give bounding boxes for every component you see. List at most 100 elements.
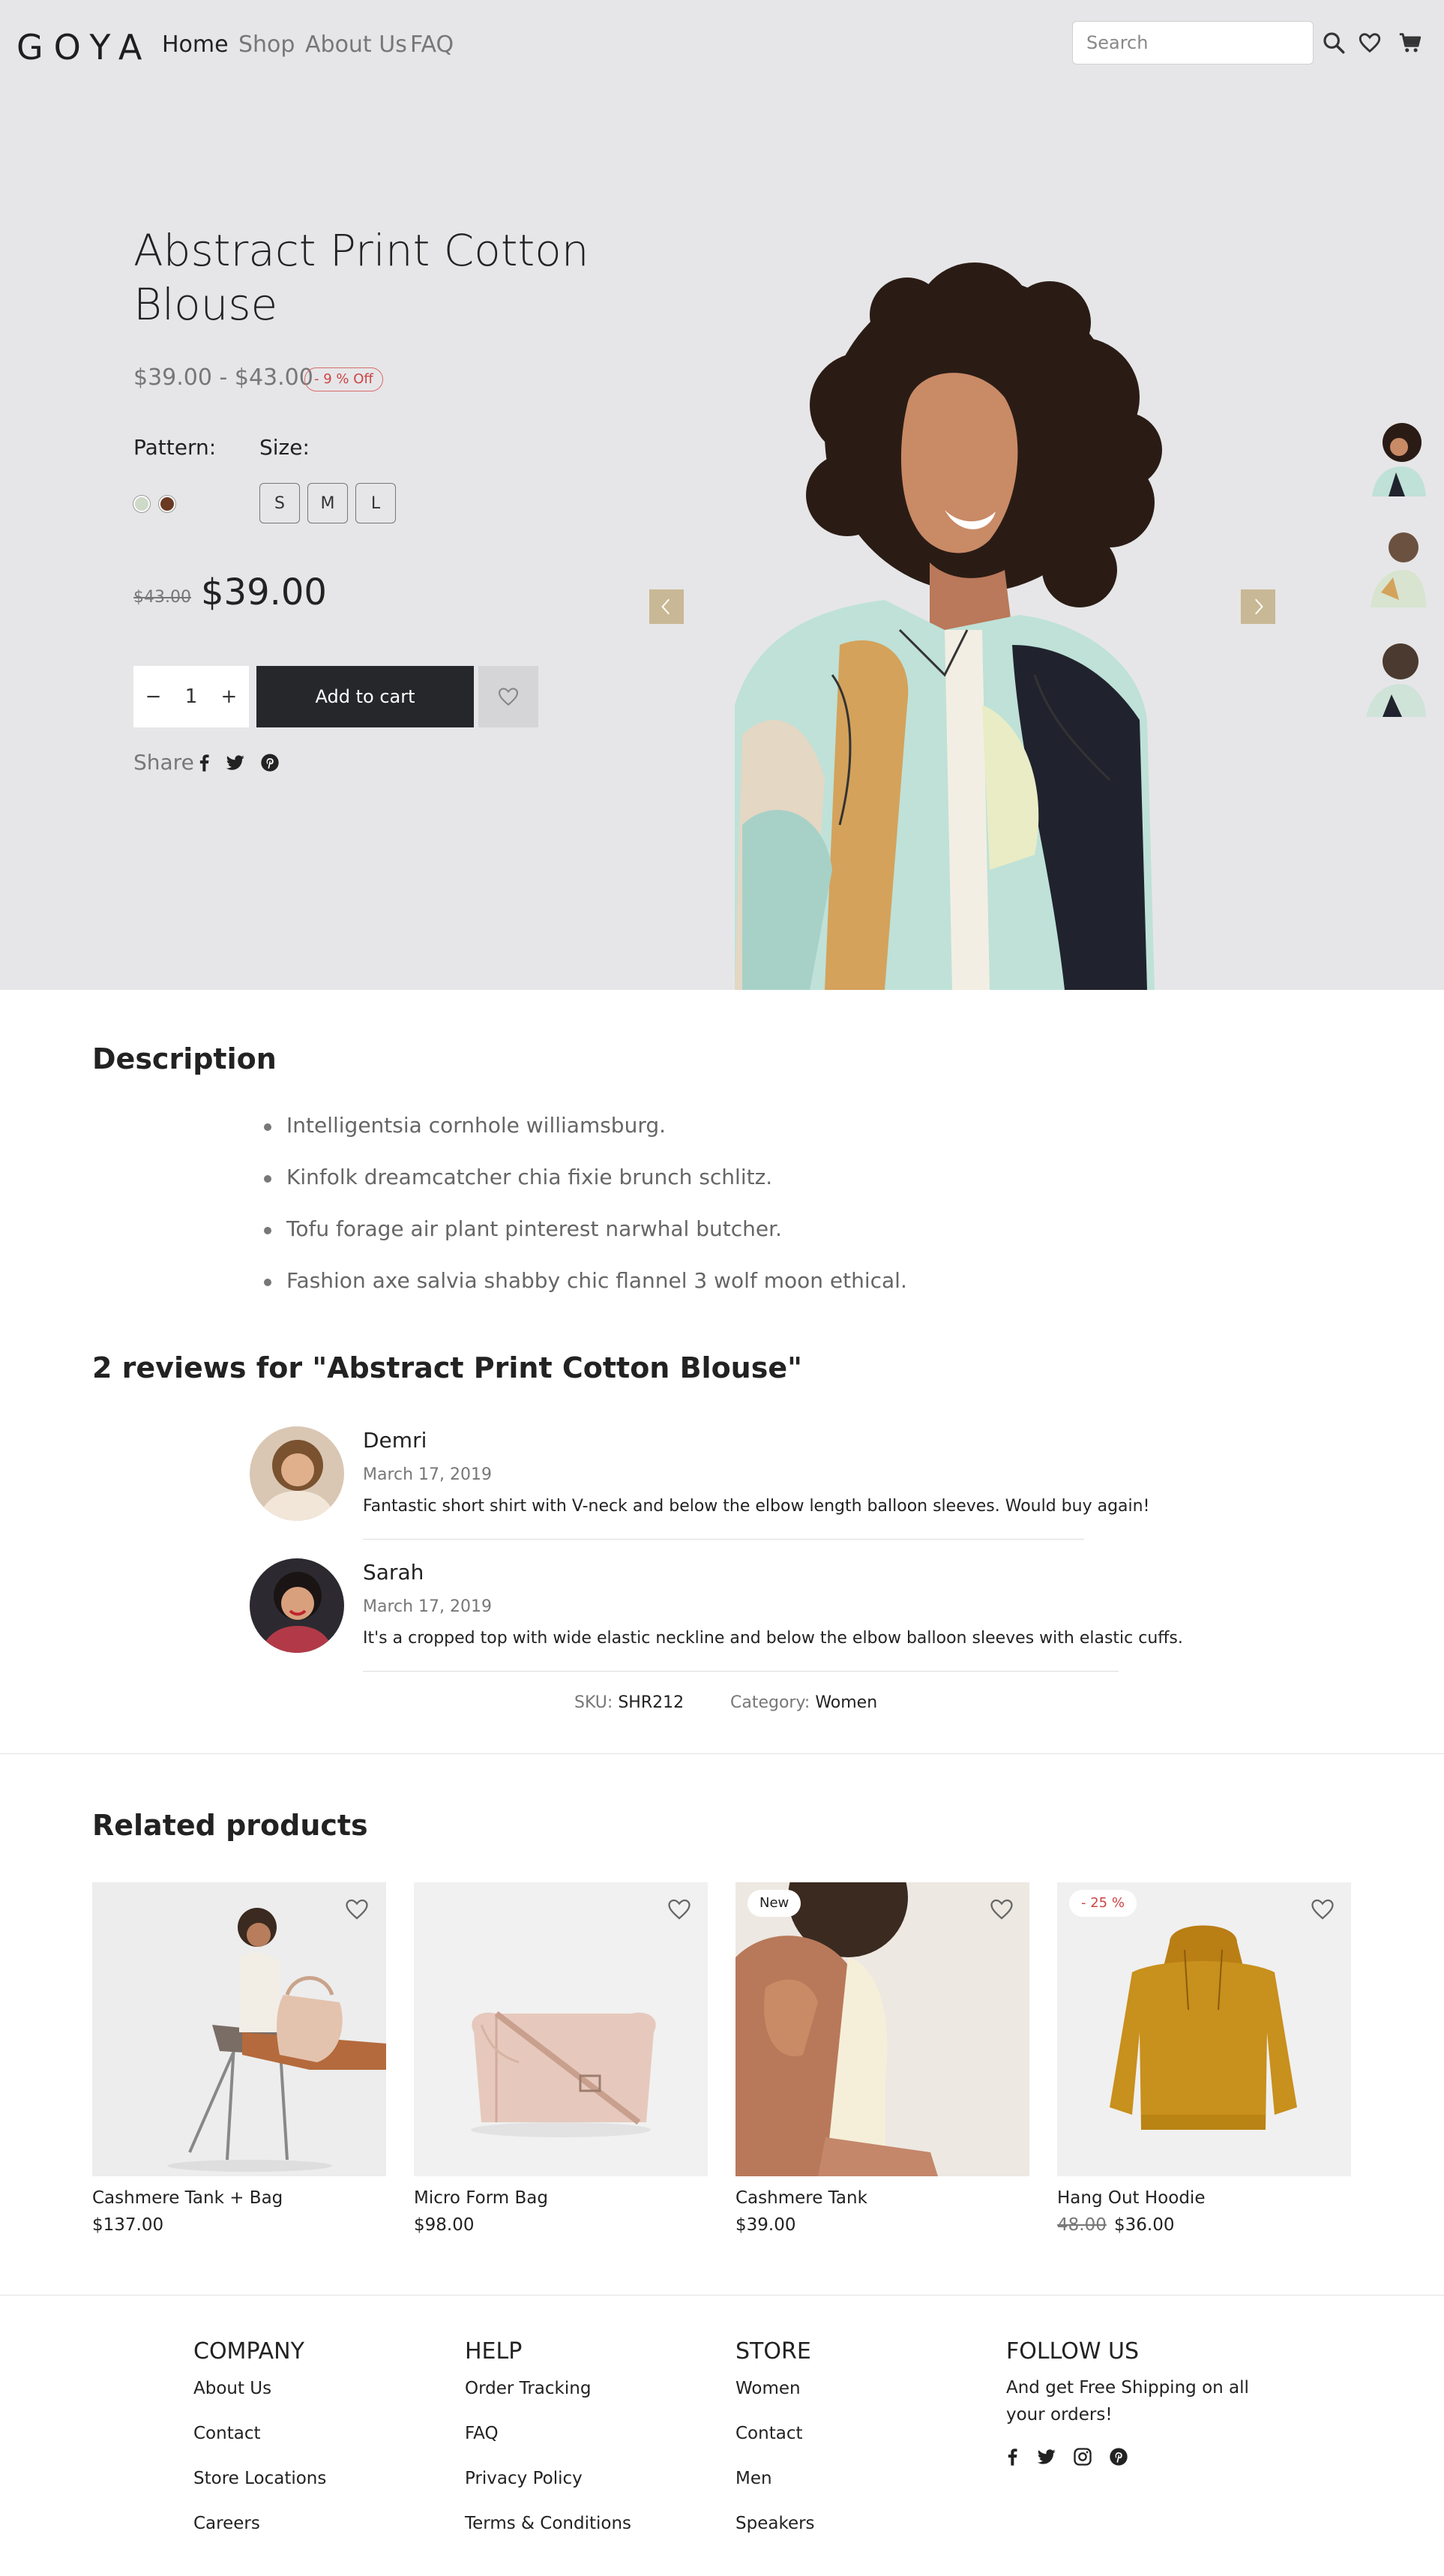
search-input[interactable] [1072, 21, 1314, 64]
cart-icon[interactable] [1398, 30, 1423, 55]
heart-icon[interactable] [666, 1896, 693, 1923]
footer-link[interactable]: Men [735, 2469, 772, 2488]
facebook-icon[interactable] [193, 752, 214, 773]
description-heading: Description [92, 1042, 277, 1075]
size-m-button[interactable]: M [307, 483, 348, 523]
size-label: Size: [259, 435, 310, 460]
category-label: Category: [730, 1693, 810, 1712]
twitter-icon[interactable] [1036, 2446, 1057, 2467]
description-item: Kinfolk dreamcatcher chia fixie brunch s… [286, 1165, 773, 1189]
product-card-image[interactable] [1057, 1882, 1351, 2176]
decrease-quantity-button[interactable]: − [145, 685, 162, 708]
review-text: It's a cropped top with wide elastic nec… [363, 1629, 1183, 1648]
product-card-price: $36.00 [1114, 2215, 1175, 2235]
heart-icon[interactable] [1309, 1896, 1336, 1923]
instagram-icon[interactable] [1072, 2446, 1093, 2467]
add-to-wishlist-button[interactable] [478, 666, 538, 727]
footer-link[interactable]: Women [735, 2379, 801, 2398]
product-card-price: $39.00 [735, 2215, 796, 2235]
footer-link[interactable]: About Us [193, 2379, 271, 2398]
product-card-name[interactable]: Cashmere Tank + Bag [92, 2188, 283, 2208]
bullet [264, 1279, 271, 1286]
product-card-name[interactable]: Cashmere Tank [735, 2188, 867, 2208]
footer-link[interactable]: Privacy Policy [465, 2469, 583, 2488]
section-divider [0, 2295, 1444, 2296]
size-l-button[interactable]: L [355, 483, 396, 523]
footer-link[interactable]: Order Tracking [465, 2379, 591, 2398]
product-card-price: $98.00 [414, 2215, 475, 2235]
discount-badge: - 25 % [1069, 1890, 1137, 1917]
pinterest-icon[interactable] [1108, 2446, 1129, 2467]
footer-link[interactable]: Speakers [735, 2514, 815, 2533]
review-date: March 17, 2019 [363, 1465, 493, 1484]
sku-value: SHR212 [618, 1693, 685, 1712]
chevron-left-icon [661, 598, 670, 615]
avatar [250, 1426, 344, 1521]
footer-help-heading: HELP [465, 2338, 523, 2365]
product-thumbnail-2[interactable] [1366, 525, 1426, 607]
logo[interactable]: GOYA [16, 27, 152, 67]
twitter-icon[interactable] [225, 752, 246, 773]
pinterest-icon[interactable] [259, 752, 280, 773]
bullet [264, 1227, 271, 1234]
facebook-icon[interactable] [1002, 2446, 1023, 2467]
product-thumbnail-3[interactable] [1366, 634, 1426, 717]
bullet [264, 1123, 271, 1131]
product-card-old-price: 48.00 [1057, 2215, 1107, 2235]
nav-faq[interactable]: FAQ [410, 31, 454, 58]
product-model-image [735, 262, 1162, 990]
review-author: Demri [363, 1428, 427, 1453]
footer-link[interactable]: Careers [193, 2514, 260, 2533]
sku-meta: SKU: SHR212 [574, 1693, 684, 1712]
increase-quantity-button[interactable]: + [221, 685, 238, 708]
pattern-swatch-brown[interactable] [159, 496, 175, 512]
wishlist-icon[interactable] [1357, 30, 1383, 55]
related-products-heading: Related products [92, 1809, 368, 1842]
price-range: $39.00 - $43.00 [133, 364, 313, 391]
avatar [250, 1558, 344, 1653]
review-divider [363, 1539, 1084, 1540]
chevron-right-icon [1255, 598, 1263, 615]
nav-home[interactable]: Home [162, 31, 229, 58]
quantity-value[interactable]: 1 [185, 685, 198, 708]
size-s-button[interactable]: S [259, 483, 300, 523]
pattern-label: Pattern: [133, 435, 217, 460]
bullet [264, 1175, 271, 1183]
product-card-image[interactable] [735, 1882, 1029, 2176]
section-divider [0, 1753, 1444, 1754]
footer-follow-heading: FOLLOW US [1006, 2338, 1140, 2365]
new-badge: New [747, 1890, 801, 1917]
footer-follow-text: And get Free Shipping on all your orders… [1006, 2378, 1249, 2425]
product-card-price: $137.00 [92, 2215, 164, 2235]
category-meta: Category: Women [730, 1693, 877, 1712]
product-card-name[interactable]: Hang Out Hoodie [1057, 2188, 1205, 2208]
carousel-next-button[interactable] [1241, 589, 1275, 624]
search-icon[interactable] [1321, 30, 1347, 55]
carousel-prev-button[interactable] [649, 589, 684, 624]
product-card-image[interactable] [92, 1882, 386, 2176]
footer-link[interactable]: Terms & Conditions [465, 2514, 631, 2533]
footer-store-heading: STORE [735, 2338, 811, 2365]
footer-link[interactable]: Contact [735, 2424, 802, 2443]
footer-link[interactable]: FAQ [465, 2424, 499, 2443]
share-label: Share [133, 750, 194, 775]
quantity-stepper: − 1 + [133, 666, 249, 727]
heart-icon[interactable] [343, 1896, 370, 1923]
product-card-image[interactable] [414, 1882, 708, 2176]
pattern-swatch-light[interactable] [133, 496, 150, 512]
nav-about-us[interactable]: About Us [305, 31, 407, 58]
reviews-heading: 2 reviews for "Abstract Print Cotton Blo… [92, 1351, 802, 1384]
product-hero: GOYA Home Shop About Us FAQ Abstract Pri… [0, 0, 1444, 990]
product-card-name[interactable]: Micro Form Bag [414, 2188, 548, 2208]
sku-label: SKU: [574, 1693, 613, 1712]
footer-link[interactable]: Store Locations [193, 2469, 326, 2488]
category-link[interactable]: Women [815, 1693, 877, 1712]
description-item: Fashion axe salvia shabby chic flannel 3… [286, 1268, 907, 1293]
product-title: Abstract Print Cotton Blouse [133, 225, 589, 330]
review-date: March 17, 2019 [363, 1597, 493, 1616]
nav-shop[interactable]: Shop [238, 31, 295, 58]
heart-icon[interactable] [988, 1896, 1015, 1923]
footer-link[interactable]: Contact [193, 2424, 260, 2443]
add-to-cart-button[interactable]: Add to cart [256, 666, 474, 727]
product-thumbnail-1[interactable] [1366, 414, 1426, 496]
